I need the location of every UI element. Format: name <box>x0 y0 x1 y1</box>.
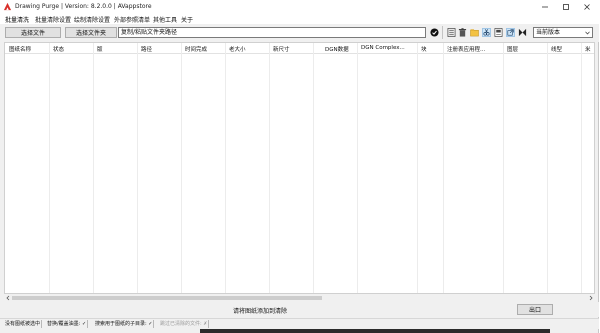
column-divider <box>49 43 50 293</box>
column-divider <box>581 43 582 293</box>
status-search-subfolders[interactable]: 搜索用于图纸的子目录: ✓ <box>94 320 155 328</box>
menu-batch-clean[interactable]: 批量清洗 <box>5 15 29 24</box>
menu-xref-list[interactable]: 外部参照清单 <box>114 15 150 24</box>
status-bar <box>0 318 599 329</box>
trash-icon[interactable] <box>458 28 467 37</box>
maximize-icon <box>563 3 569 10</box>
exit-button[interactable]: 出口 <box>517 304 553 315</box>
title-bar: Drawing Purge | Version: 8.2.0.0 | AVapp… <box>0 0 599 13</box>
column-divider <box>417 43 418 293</box>
column-divider <box>313 43 314 293</box>
column-header-version[interactable]: 版 <box>97 45 103 53</box>
select-file-button[interactable]: 选择文件 <box>5 27 61 38</box>
column-header-dgn-data[interactable]: DGN数据 <box>325 45 349 53</box>
version-select-value: 当前版本 <box>536 29 561 36</box>
minimize-icon <box>542 6 548 7</box>
select-folder-button[interactable]: 选择文件夹 <box>65 27 117 38</box>
column-header-path[interactable]: 路径 <box>141 45 152 53</box>
folder-path-input[interactable]: 复制/粘贴文件夹路径 <box>118 27 426 38</box>
column-header-time-done[interactable]: 时间完成 <box>185 45 207 53</box>
drawings-table[interactable]: 图纸名称 状态 版 路径 时间完成 老大小 新尺寸 DGN数据 DGN Comp… <box>4 42 595 294</box>
drawing-icon[interactable] <box>494 28 503 37</box>
column-header-linetypes[interactable]: 线型 <box>551 45 562 53</box>
chevron-down-icon <box>585 31 590 35</box>
column-divider <box>181 43 182 293</box>
status-selection: 没有图纸被选中 <box>5 320 43 328</box>
close-icon <box>584 3 590 10</box>
app-logo-icon <box>3 2 12 11</box>
minimize-button[interactable] <box>535 0 555 13</box>
scrollbar-thumb[interactable] <box>12 296 322 300</box>
column-header-new-size[interactable]: 新尺寸 <box>273 45 290 53</box>
confirm-icon[interactable] <box>430 28 439 37</box>
add-drawings-hint: 请将图纸添加到清除 <box>232 308 287 315</box>
horizontal-scrollbar[interactable] <box>4 294 595 302</box>
menu-about[interactable]: 关于 <box>181 15 193 24</box>
column-header-old-size[interactable]: 老大小 <box>229 45 246 53</box>
column-header-layers[interactable]: 图层 <box>507 45 518 53</box>
column-divider <box>269 43 270 293</box>
column-header-drawing-name[interactable]: 图纸名称 <box>9 45 31 53</box>
status-skip-cleaned[interactable]: 跳过已清除的文件: ✗ <box>159 320 210 328</box>
close-button[interactable] <box>577 0 597 13</box>
version-select[interactable]: 当前版本 <box>533 27 593 38</box>
cut-icon[interactable] <box>482 28 491 37</box>
app-window: Drawing Purge | Version: 8.2.0.0 | AVapp… <box>0 0 599 333</box>
menu-other-tools[interactable]: 其他工具 <box>153 15 177 24</box>
menu-batch-clear-settings[interactable]: 批量清除设置 <box>35 15 71 24</box>
column-divider <box>225 43 226 293</box>
window-title: Drawing Purge | Version: 8.2.0.0 | AVapp… <box>15 3 152 10</box>
column-header-regapps[interactable]: 注册表应用程... <box>447 45 485 53</box>
column-divider <box>93 43 94 293</box>
scroll-left-icon[interactable] <box>5 295 11 301</box>
column-header-meters[interactable]: 米 <box>585 45 591 53</box>
column-divider <box>137 43 138 293</box>
menu-bar: 批量清洗 批量清除设置 绘制清除设置 外部参照清单 其他工具 关于 <box>0 13 599 24</box>
background-strip <box>200 329 550 333</box>
column-header-blocks[interactable]: 块 <box>421 45 427 53</box>
column-divider <box>443 43 444 293</box>
menu-draw-clear-settings[interactable]: 绘制清除设置 <box>74 15 110 24</box>
bowtie-icon[interactable] <box>518 28 527 37</box>
document-list-icon[interactable] <box>447 28 456 37</box>
column-header-dgn-complex[interactable]: DGN Complex... <box>361 45 405 51</box>
column-divider <box>503 43 504 293</box>
toolbar-divider <box>442 26 443 39</box>
column-divider <box>357 43 358 293</box>
column-header-status[interactable]: 状态 <box>53 45 64 53</box>
scroll-right-icon[interactable] <box>588 295 594 301</box>
folder-icon[interactable] <box>470 28 479 37</box>
maximize-button[interactable] <box>556 0 576 13</box>
status-replace-ink[interactable]: 替换/覆盖油墨: ✓ <box>46 320 89 328</box>
column-divider <box>547 43 548 293</box>
external-link-icon[interactable] <box>506 28 515 37</box>
